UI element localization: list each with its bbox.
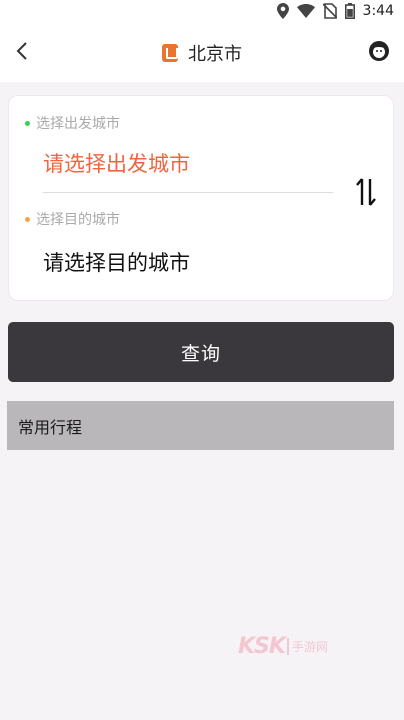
to-label-row: 选择目的城市 bbox=[25, 209, 120, 229]
query-button[interactable]: 查询 bbox=[8, 322, 394, 382]
no-sim-icon bbox=[322, 3, 337, 19]
app-header: 北京市 bbox=[0, 22, 404, 82]
from-label-row: 选择出发城市 bbox=[25, 113, 120, 133]
field-divider bbox=[43, 192, 333, 193]
watermark-sub: 手游网 bbox=[286, 638, 328, 655]
frequent-trips-header: 常用行程 bbox=[7, 401, 394, 450]
location-icon bbox=[276, 3, 289, 19]
to-dot-icon bbox=[25, 216, 30, 222]
status-bar: 3:44 bbox=[0, 0, 404, 22]
watermark-logo: KSK 手游网 bbox=[238, 634, 328, 659]
to-label: 选择目的城市 bbox=[36, 212, 120, 228]
city-logo-icon bbox=[162, 44, 178, 62]
swap-vertical-icon bbox=[356, 178, 376, 206]
to-city-field[interactable]: 请选择目的城市 bbox=[43, 247, 190, 277]
user-avatar-icon bbox=[369, 41, 389, 61]
frequent-trips-title: 常用行程 bbox=[18, 417, 83, 437]
swap-button[interactable] bbox=[353, 174, 379, 210]
status-time: 3:44 bbox=[362, 3, 394, 19]
city-selector[interactable]: 北京市 bbox=[0, 40, 404, 66]
user-avatar-button[interactable] bbox=[368, 40, 390, 62]
from-label: 选择出发城市 bbox=[36, 116, 120, 132]
battery-icon bbox=[344, 3, 355, 19]
from-dot-icon bbox=[25, 120, 30, 126]
page-title: 北京市 bbox=[188, 44, 242, 65]
from-city-field[interactable]: 请选择出发城市 bbox=[43, 148, 190, 178]
wifi-icon bbox=[296, 4, 315, 18]
watermark-text: KSK bbox=[238, 634, 286, 659]
route-card: 选择出发城市 请选择出发城市 选择目的城市 请选择目的城市 bbox=[8, 95, 394, 301]
